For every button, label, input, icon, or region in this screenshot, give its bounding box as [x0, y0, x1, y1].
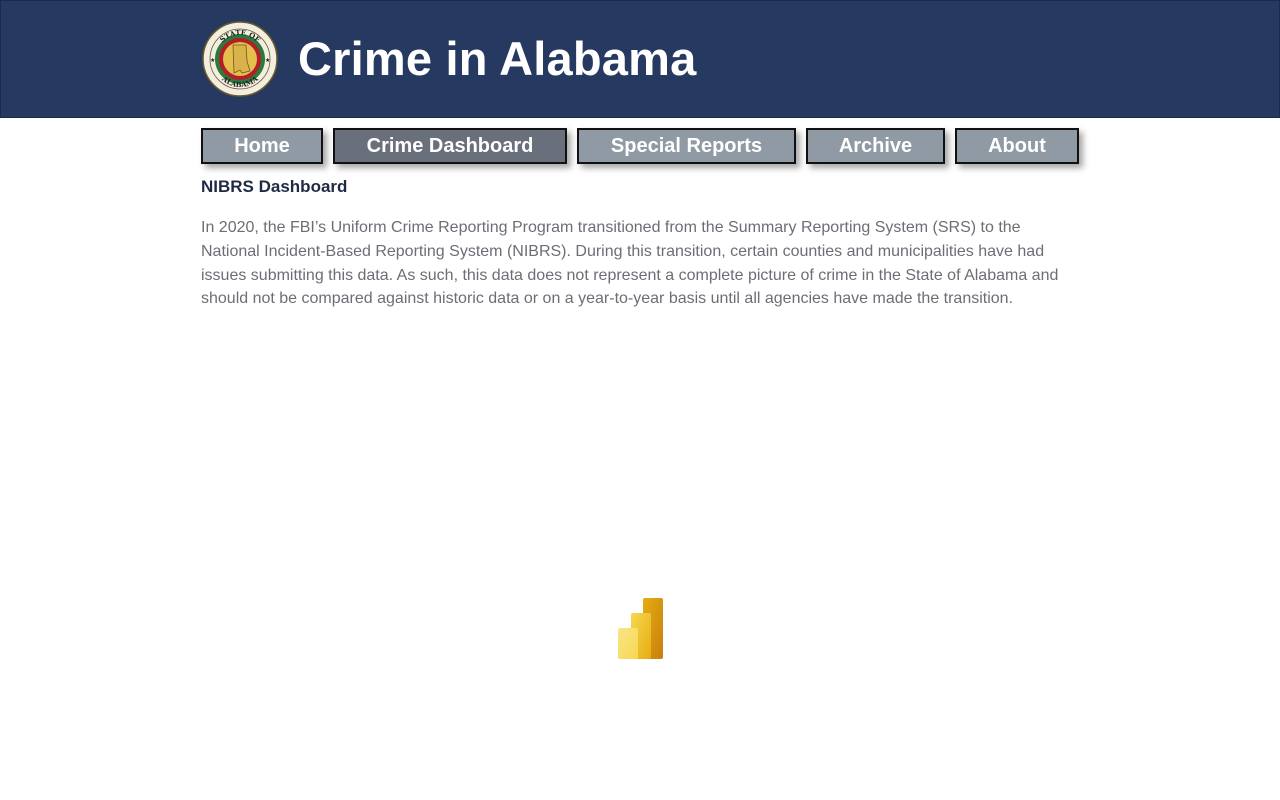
nav-about-button[interactable]: About: [955, 128, 1079, 164]
svg-text:★: ★: [265, 57, 270, 64]
site-header: STATE OF ALABAMA ★ ★ Crime in Alabama: [0, 0, 1280, 118]
site-title: Crime in Alabama: [298, 32, 697, 85]
power-bi-logo-icon: [617, 597, 665, 661]
state-of-alabama-seal-icon[interactable]: STATE OF ALABAMA ★ ★: [202, 21, 278, 97]
nav-crime-dashboard-button[interactable]: Crime Dashboard: [333, 128, 567, 164]
page-title: NIBRS Dashboard: [201, 177, 348, 196]
nav-special-reports-button[interactable]: Special Reports: [577, 128, 796, 164]
nibrs-transition-notice: In 2020, the FBI’s Uniform Crime Reporti…: [201, 219, 1059, 308]
nav-home-button[interactable]: Home: [201, 128, 323, 164]
svg-text:★: ★: [210, 57, 215, 64]
nav-archive-button[interactable]: Archive: [806, 128, 945, 164]
